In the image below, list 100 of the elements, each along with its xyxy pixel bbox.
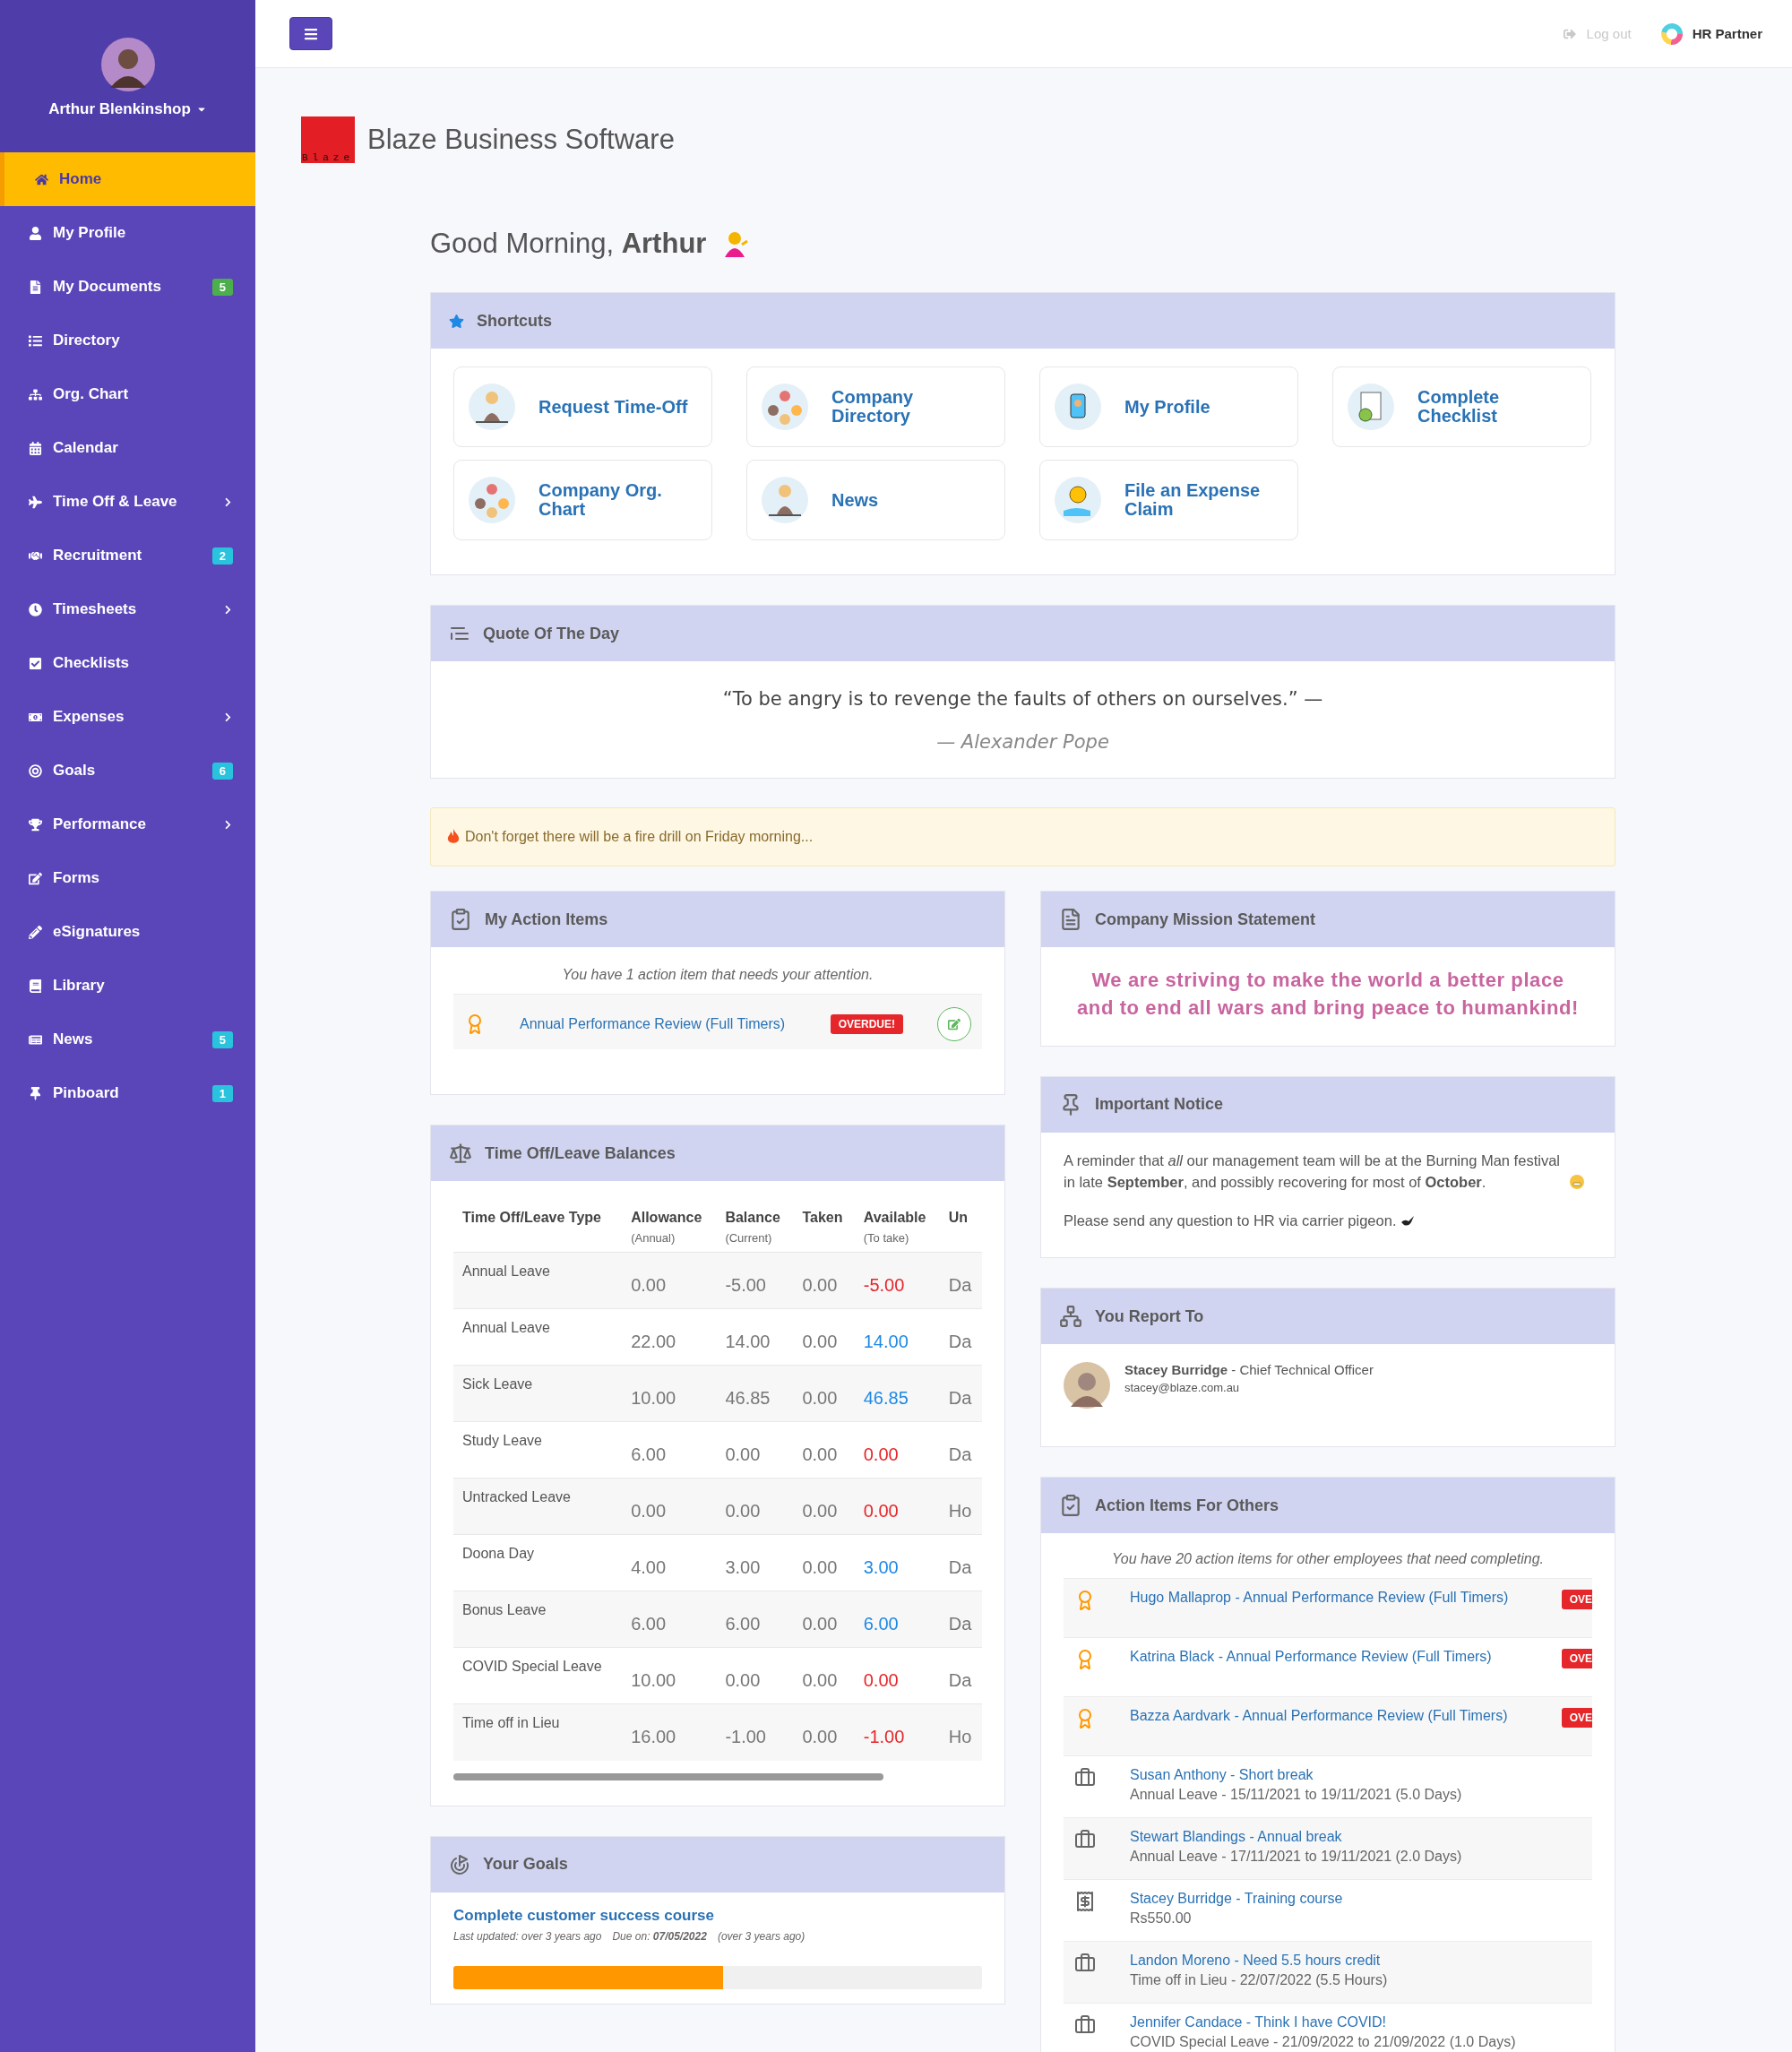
action-item-link[interactable]: Stacey Burridge - Training course: [1130, 1891, 1592, 1908]
table-cell: 0.00: [622, 1478, 717, 1535]
sidebar-item[interactable]: Goals 6: [0, 744, 255, 798]
sidebar-item[interactable]: Recruitment 2: [0, 529, 255, 582]
table-cell: 0.00: [854, 1478, 940, 1535]
table-cell: Ho: [939, 1703, 982, 1761]
avatar: [1064, 1362, 1110, 1410]
table-cell: 0.00: [854, 1647, 940, 1704]
table-cell: Da: [939, 1421, 982, 1479]
sidebar-item[interactable]: Directory: [0, 314, 255, 367]
sidebar-item[interactable]: Timesheets: [0, 582, 255, 636]
item-detail: Time off in Lieu - 22/07/2022 (5.5 Hours): [1130, 1972, 1389, 1989]
sidebar-item[interactable]: Forms: [0, 851, 255, 905]
table-cell: 46.85: [716, 1365, 794, 1422]
action-item-link[interactable]: Landon Moreno - Need 5.5 hours credit: [1130, 1953, 1592, 1970]
panel-title: Company Mission Statement: [1095, 910, 1316, 929]
menu-button[interactable]: [289, 17, 332, 50]
checklist-icon: [1346, 382, 1396, 432]
person-icon: [722, 230, 750, 257]
item-detail: COVID Special Leave - 21/09/2022 to 21/09/2022 (1.0 Days): [1130, 2034, 1517, 2051]
shortcut-card[interactable]: Complete Checklist: [1332, 366, 1591, 447]
menu-icon: [304, 26, 318, 41]
receipt-icon: [1074, 1891, 1096, 1913]
table-cell: 3.00: [716, 1534, 794, 1591]
sidebar-item[interactable]: Time Off & Leave: [0, 475, 255, 529]
table-cell: Da: [939, 1252, 982, 1309]
table-cell: -5.00: [854, 1252, 940, 1309]
avatar: [100, 38, 155, 91]
edit-button[interactable]: [937, 1006, 971, 1041]
trophy-icon: [29, 817, 42, 832]
list-icon: [29, 333, 42, 348]
column-header: Balance: [725, 1210, 780, 1225]
action-item-link[interactable]: Hugo Mallaprop - Annual Performance Review (Full Timers): [1130, 1590, 1528, 1607]
shortcut-card[interactable]: Request Time-Off: [453, 366, 712, 447]
sidebar-item[interactable]: Library: [0, 959, 255, 1013]
sidebar-item[interactable]: My Profile: [0, 206, 255, 260]
sidebar-item[interactable]: eSignatures: [0, 905, 255, 959]
table-cell: Annual Leave: [453, 1308, 623, 1366]
people-icon: [467, 475, 517, 525]
user-menu-button[interactable]: Arthur Blenkinshop: [48, 100, 207, 118]
table-cell: 0.00: [793, 1591, 855, 1648]
manager-email: stacey@blaze.com.au: [1124, 1381, 1241, 1395]
sidebar-item[interactable]: Performance: [0, 798, 255, 851]
table-cell: 0.00: [793, 1478, 855, 1535]
sidebar-item[interactable]: Pinboard 1: [0, 1066, 255, 1120]
scrollbar[interactable]: [453, 1772, 883, 1780]
item-detail: Rs550.00: [1130, 1910, 1193, 1927]
panel-title: Your Goals: [483, 1855, 568, 1874]
company-name: Blaze Business Software: [367, 124, 675, 156]
shortcut-card[interactable]: My Profile: [1039, 366, 1298, 447]
goal-link[interactable]: Complete customer success course: [453, 1906, 982, 1925]
action-item-link[interactable]: Susan Anthony - Short break: [1130, 1767, 1592, 1784]
sidebar-item[interactable]: News 5: [0, 1013, 255, 1066]
table-cell: 6.00: [622, 1421, 717, 1479]
overdue-badge: OVE: [1561, 1649, 1592, 1669]
table-cell: Da: [939, 1365, 982, 1422]
figure-icon: [467, 382, 517, 432]
sidebar-item[interactable]: Expenses: [0, 690, 255, 744]
count-badge: 5: [211, 1030, 233, 1048]
sidebar-item[interactable]: Calendar: [0, 421, 255, 475]
action-item-link[interactable]: Katrina Black - Annual Performance Review (Full Timers): [1130, 1649, 1528, 1666]
shortcut-card[interactable]: Company Org. Chart: [453, 460, 712, 540]
table-cell: -5.00: [716, 1252, 794, 1309]
action-item-link[interactable]: Stewart Blandings - Annual break: [1130, 1829, 1592, 1846]
action-item-link[interactable]: Jennifer Candace - Think I have COVID!: [1130, 2014, 1592, 2031]
table-cell: 0.00: [793, 1421, 855, 1479]
table-cell: Doona Day: [453, 1534, 623, 1591]
table-cell: -1.00: [854, 1703, 940, 1761]
table-cell: 0.00: [716, 1478, 794, 1535]
sidebar-item[interactable]: My Documents 5: [0, 260, 255, 314]
sidebar-item[interactable]: Org. Chart: [0, 367, 255, 421]
document-icon: [1059, 908, 1082, 931]
sidebar-item[interactable]: Checklists: [0, 636, 255, 690]
mission-statement: We are striving to make the world a better place and to end all wars and bring peace to humankind!: [1076, 968, 1580, 1021]
table-cell: Ho: [939, 1478, 982, 1535]
panel-title: My Action Items: [485, 910, 608, 929]
shortcut-card[interactable]: Company Directory: [746, 366, 1005, 447]
table-cell: Time off in Lieu: [453, 1703, 623, 1761]
people-icon: [760, 382, 810, 432]
greeting: Good Morning, Arthur: [430, 228, 707, 260]
coin-icon: [1053, 475, 1103, 525]
target-icon: [449, 1853, 470, 1875]
pencil-icon: [29, 925, 42, 939]
column-subheader: (Current): [725, 1231, 773, 1245]
calendar-icon: [29, 441, 42, 455]
manager-name: Stacey Burridge - Chief Technical Officer: [1124, 1362, 1374, 1378]
table-cell: 14.00: [716, 1308, 794, 1366]
action-item-link[interactable]: Bazza Aardvark - Annual Performance Review (Full Timers): [1130, 1708, 1528, 1725]
table-cell: Da: [939, 1534, 982, 1591]
action-item-link[interactable]: Annual Performance Review (Full Timers): [520, 1015, 797, 1032]
sidebar-item[interactable]: Home: [0, 152, 255, 206]
clipboard-icon: [1059, 1494, 1082, 1518]
shortcut-card[interactable]: File an Expense Claim: [1039, 460, 1298, 540]
table-cell: 3.00: [854, 1534, 940, 1591]
shortcut-card[interactable]: News: [746, 460, 1005, 540]
id-badge-icon: [1053, 382, 1103, 432]
home-icon: [35, 172, 48, 186]
table-cell: 0.00: [716, 1647, 794, 1704]
table-cell: Study Leave: [453, 1421, 623, 1479]
panel-title: You Report To: [1095, 1306, 1204, 1326]
